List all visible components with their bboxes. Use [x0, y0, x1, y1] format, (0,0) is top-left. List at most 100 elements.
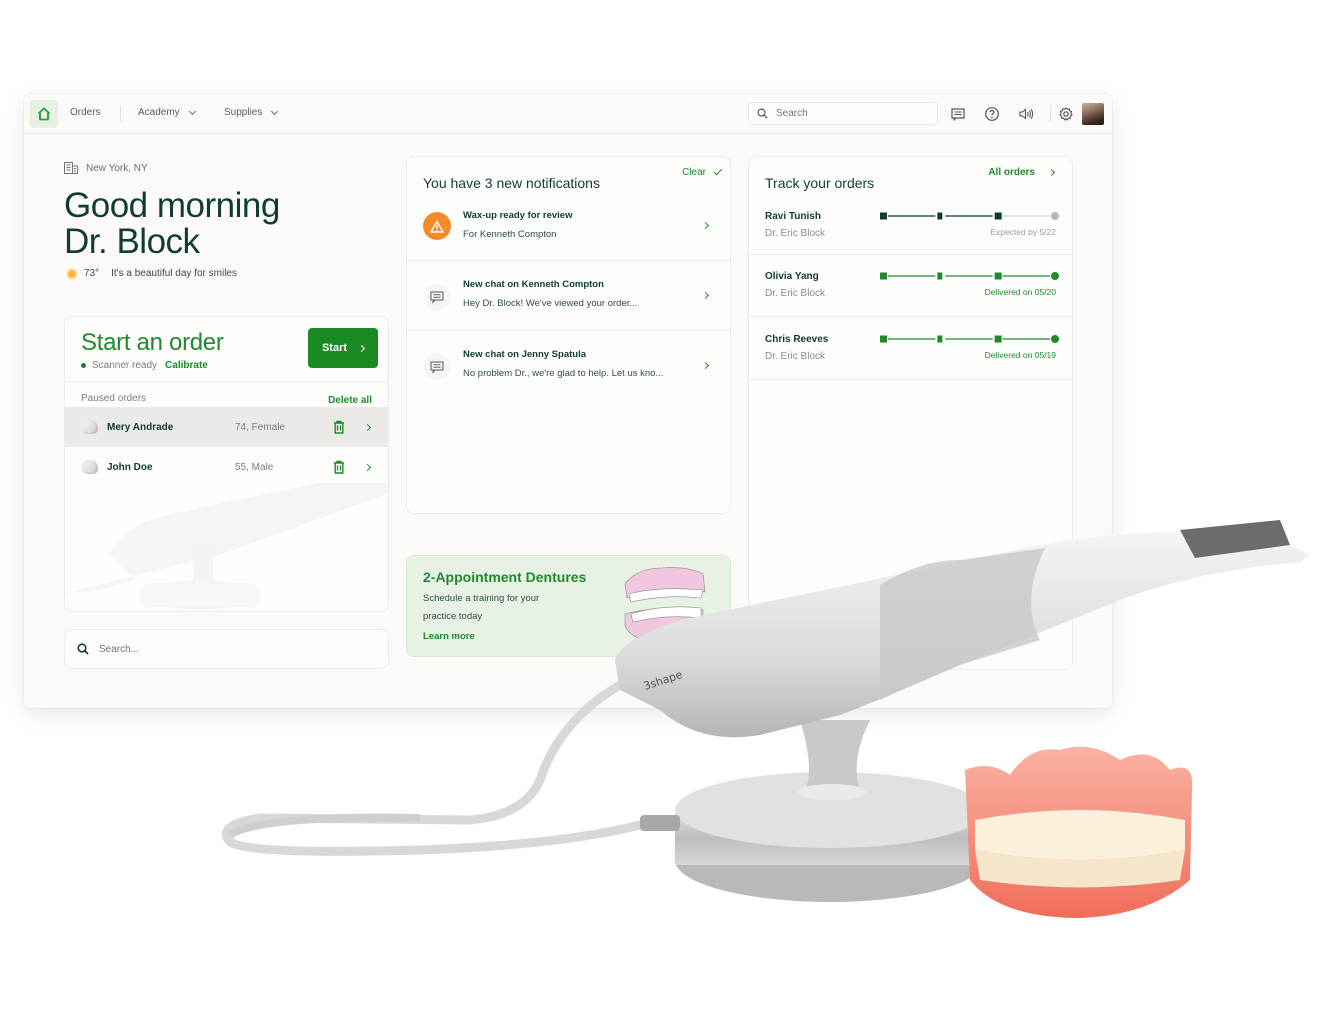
chevron-right-icon[interactable]	[363, 463, 372, 471]
chat-icon	[951, 108, 965, 122]
sound-icon	[1019, 108, 1034, 120]
start-button[interactable]: Start	[308, 328, 378, 368]
notification-item[interactable]: Wax-up ready for review For Kenneth Comp…	[407, 192, 730, 262]
divider	[749, 316, 1072, 317]
chevron-right-icon[interactable]	[363, 423, 372, 431]
start-button-label: Start	[321, 342, 348, 354]
scanner-status-text: Scanner ready	[92, 360, 158, 371]
divider	[749, 379, 1072, 380]
start-order-title: Start an order	[81, 329, 224, 356]
notification-subtitle: Hey Dr. Block! We've viewed your order..…	[463, 298, 638, 309]
status-dot	[81, 363, 86, 368]
chat-button[interactable]	[948, 104, 968, 124]
document-icon	[880, 272, 887, 280]
search-icon	[757, 108, 768, 119]
order-track-row[interactable]: Chris Reeves Dr. Eric Block Delivered on…	[749, 334, 1072, 396]
notification-item[interactable]: New chat on Kenneth Compton Hey Dr. Bloc…	[407, 261, 730, 331]
notification-subtitle: For Kenneth Compton	[463, 229, 557, 240]
paused-order-row[interactable]: John Doe 55, Male	[65, 447, 388, 487]
dentures-illustration	[624, 567, 706, 643]
order-status: Delivered on 05/20	[984, 287, 1056, 297]
patient-info: 55, Male	[235, 461, 274, 473]
sound-button[interactable]	[1016, 104, 1036, 124]
patient-name: Mery Andrade	[107, 421, 174, 433]
delete-all-button[interactable]: Delete all	[328, 395, 372, 406]
help-button[interactable]	[982, 104, 1002, 124]
temperature: 73°	[84, 268, 100, 279]
sun-icon	[68, 269, 76, 278]
nav-orders-label: Orders	[70, 107, 101, 118]
greeting-heading: Good morning Dr. Block	[64, 188, 280, 260]
chevron-right-icon	[701, 221, 710, 230]
gear-icon	[1059, 107, 1073, 121]
order-progress	[880, 335, 1059, 343]
tooth-icon	[81, 420, 98, 434]
order-status: Expected by 5/22	[990, 227, 1056, 237]
track-orders-title: Track your orders	[765, 175, 875, 191]
promo-card[interactable]: 2-Appointment Dentures Schedule a traini…	[406, 555, 731, 657]
app-window: Orders Academy Supplies New York, NY Goo…	[24, 94, 1112, 708]
order-patient-name: Olivia Yang	[765, 271, 819, 282]
nav-divider	[120, 106, 121, 122]
top-nav-bar: Orders Academy Supplies	[24, 94, 1112, 134]
user-avatar[interactable]	[1082, 103, 1104, 125]
all-orders-label: All orders	[988, 167, 1035, 178]
divider	[749, 254, 1072, 255]
all-orders-link[interactable]: All orders	[988, 167, 1056, 178]
order-patient-name: Ravi Tunish	[765, 211, 821, 222]
divider	[65, 381, 388, 382]
learn-more-link[interactable]: Learn more	[423, 631, 475, 642]
trash-icon[interactable]	[333, 420, 345, 434]
warning-icon	[423, 212, 451, 240]
search-icon	[77, 643, 89, 655]
order-track-row[interactable]: Ravi Tunish Dr. Eric Block Expected by 5…	[749, 211, 1072, 273]
order-status: Delivered on 05/19	[984, 350, 1056, 360]
home-button[interactable]	[30, 100, 58, 128]
nav-academy-label: Academy	[138, 107, 180, 118]
greeting-line-1: Good morning	[64, 186, 280, 225]
nav-supplies[interactable]: Supplies	[224, 107, 279, 118]
track-orders-card: Track your orders All orders Ravi Tunish…	[748, 156, 1073, 670]
weather-text: It's a beautiful day for smiles	[111, 268, 237, 279]
bottom-search-input[interactable]	[99, 643, 359, 655]
settings-button[interactable]	[1056, 104, 1076, 124]
chat-icon	[423, 283, 451, 311]
top-search-box[interactable]	[748, 102, 938, 125]
wrench-icon	[937, 272, 943, 280]
notifications-title: You have 3 new notifications	[423, 175, 600, 191]
order-track-row[interactable]: Olivia Yang Dr. Eric Block Delivered on …	[749, 271, 1072, 333]
scanner-cable	[221, 680, 645, 856]
wrench-icon	[937, 335, 943, 343]
clear-label: Clear	[682, 167, 706, 178]
patient-name: John Doe	[107, 461, 153, 473]
chevron-down-icon	[271, 107, 279, 115]
check-circle-icon	[1051, 335, 1059, 343]
greeting-line-2: Dr. Block	[64, 222, 200, 261]
trash-icon[interactable]	[333, 460, 345, 474]
house-icon	[37, 107, 51, 121]
scanner-status: Scanner ready Calibrate	[81, 360, 208, 371]
tooth-icon	[81, 460, 98, 474]
chevron-right-icon	[357, 344, 366, 352]
location-text: New York, NY	[86, 162, 148, 174]
truck-icon	[994, 212, 1002, 220]
paused-order-row[interactable]: Mery Andrade 74, Female	[65, 407, 388, 447]
nav-academy[interactable]: Academy	[138, 107, 196, 118]
order-progress	[880, 212, 1059, 220]
order-doctor: Dr. Eric Block	[765, 288, 826, 299]
chevron-right-icon	[1047, 168, 1056, 177]
location-label: New York, NY	[64, 162, 148, 174]
notification-subtitle: No problem Dr., we're glad to help. Let …	[463, 368, 664, 379]
paused-orders-label: Paused orders	[81, 393, 147, 404]
check-circle-icon	[1051, 272, 1059, 280]
bottom-search-box[interactable]	[64, 629, 389, 669]
toolbar-divider	[1050, 106, 1051, 122]
notification-item[interactable]: New chat on Jenny Spatula No problem Dr.…	[407, 331, 730, 401]
check-icon	[713, 166, 723, 176]
top-search-input[interactable]	[776, 108, 916, 119]
nav-orders[interactable]: Orders	[70, 107, 101, 118]
clear-notifications-button[interactable]: Clear	[682, 166, 723, 178]
notifications-card: You have 3 new notifications Clear Wax-u…	[406, 156, 731, 514]
calibrate-link[interactable]: Calibrate	[165, 360, 208, 371]
document-icon	[880, 212, 887, 220]
